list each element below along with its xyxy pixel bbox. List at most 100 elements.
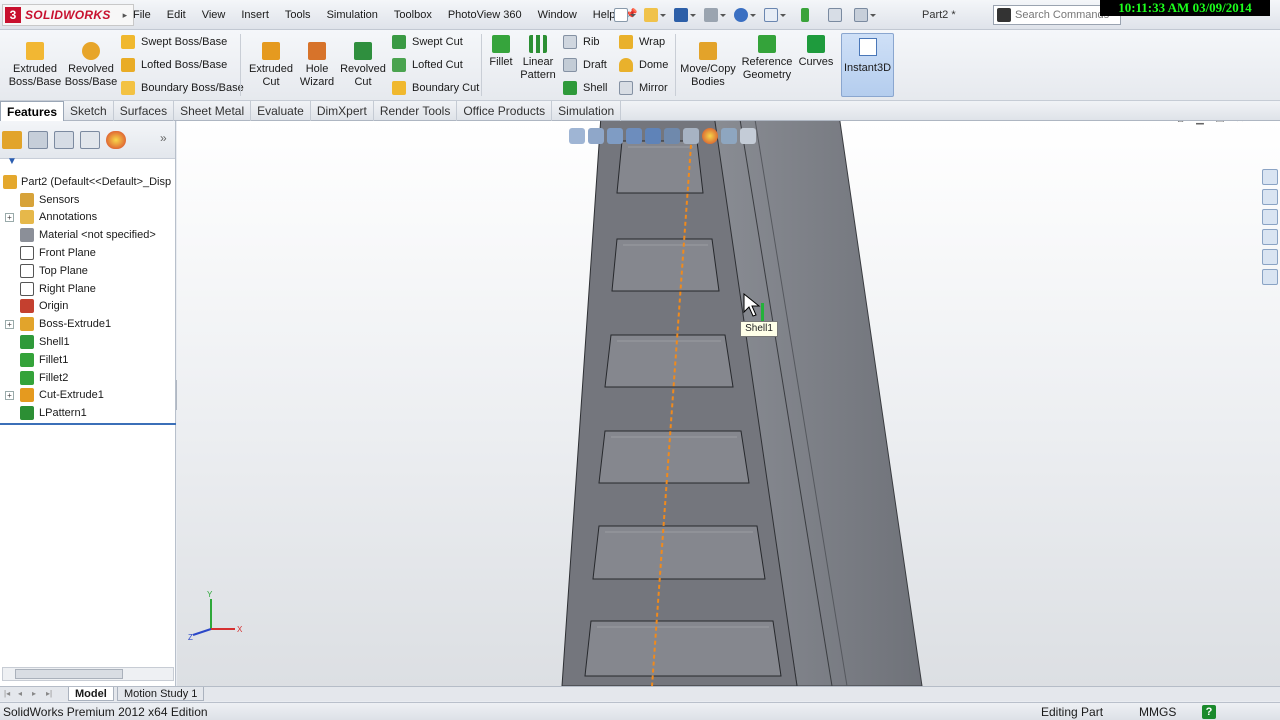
tree-item-sensors[interactable]: Sensors xyxy=(0,191,176,209)
expand-arrows-icon[interactable]: » xyxy=(160,131,167,145)
menu-file[interactable]: File xyxy=(125,9,159,21)
rollback-bar[interactable] xyxy=(0,423,176,425)
model-view[interactable]: Y X Z xyxy=(177,121,1280,686)
tree-item-origin[interactable]: Origin xyxy=(0,298,176,316)
tab-dimxpert[interactable]: DimXpert xyxy=(311,101,374,121)
tab-evaluate[interactable]: Evaluate xyxy=(251,101,311,121)
design-library-icon[interactable] xyxy=(1262,189,1278,205)
lofted-boss-button[interactable]: Lofted Boss/Base xyxy=(121,56,227,74)
restore-icon[interactable]: ❐ xyxy=(1213,121,1227,126)
edit-appearance-icon[interactable] xyxy=(702,128,718,144)
solidworks-resources-icon[interactable] xyxy=(1262,169,1278,185)
minimize-icon[interactable]: ▁ xyxy=(1193,121,1207,126)
display-manager-tab-icon[interactable] xyxy=(106,131,126,149)
tab-surfaces[interactable]: Surfaces xyxy=(114,101,175,121)
menu-window[interactable]: Window xyxy=(530,9,585,21)
linear-pattern-button[interactable]: Linear Pattern xyxy=(518,35,558,82)
open-button[interactable] xyxy=(642,5,668,25)
tree-item-annotations[interactable]: + Annotations xyxy=(0,209,176,227)
save-button[interactable] xyxy=(672,5,698,25)
swept-boss-button[interactable]: Swept Boss/Base xyxy=(121,33,227,51)
tree-item-lpattern1[interactable]: LPattern1 xyxy=(0,404,176,422)
unit-system-selector[interactable]: MMGS xyxy=(1139,703,1176,720)
swept-cut-button[interactable]: Swept Cut xyxy=(392,33,463,51)
tree-item-right-plane[interactable]: Right Plane xyxy=(0,280,176,298)
tree-item-front-plane[interactable]: Front Plane xyxy=(0,244,176,262)
pocket-cutout[interactable] xyxy=(598,430,750,484)
help-icon[interactable]: ? xyxy=(1202,705,1216,719)
rebuild-button[interactable] xyxy=(792,5,818,25)
tab-model[interactable]: Model xyxy=(68,687,114,701)
draft-button[interactable]: Draft xyxy=(563,56,607,74)
tile-icon[interactable]: ⧉ xyxy=(1173,121,1187,126)
file-explorer-icon[interactable] xyxy=(1262,209,1278,225)
first-tab-icon[interactable]: |◂ xyxy=(4,689,15,699)
section-view-icon[interactable] xyxy=(626,128,642,144)
tab-features[interactable]: Features xyxy=(0,101,65,121)
zoom-to-fit-icon[interactable] xyxy=(569,128,585,144)
expand-icon[interactable]: + xyxy=(5,319,14,329)
rib-button[interactable]: Rib xyxy=(563,33,600,51)
pocket-cutout[interactable] xyxy=(584,620,782,677)
revolved-cut-button[interactable]: Revolved Cut xyxy=(340,42,386,89)
view-palette-icon[interactable] xyxy=(1262,229,1278,245)
prev-tab-icon[interactable]: ◂ xyxy=(18,689,29,699)
curves-button[interactable]: Curves xyxy=(798,35,834,69)
menu-view[interactable]: View xyxy=(194,9,234,21)
view-settings-icon[interactable] xyxy=(740,128,756,144)
last-tab-icon[interactable]: ▸| xyxy=(46,689,57,699)
tree-item-cut-extrude1[interactable]: + Cut-Extrude1 xyxy=(0,387,176,405)
tab-render-tools[interactable]: Render Tools xyxy=(374,101,458,121)
file-properties-button[interactable] xyxy=(822,5,848,25)
tab-sketch[interactable]: Sketch xyxy=(64,101,114,121)
appearances-icon[interactable] xyxy=(1262,249,1278,265)
configuration-manager-tab-icon[interactable] xyxy=(54,131,74,149)
extruded-cut-button[interactable]: Extruded Cut xyxy=(246,42,296,89)
menu-toolbox[interactable]: Toolbox xyxy=(386,9,440,21)
filter-icon[interactable]: ▼ xyxy=(7,156,17,167)
previous-view-icon[interactable] xyxy=(607,128,623,144)
view-orientation-icon[interactable] xyxy=(645,128,661,144)
dimxpert-manager-tab-icon[interactable] xyxy=(80,131,100,149)
boundary-boss-button[interactable]: Boundary Boss/Base xyxy=(121,79,244,97)
expand-icon[interactable]: + xyxy=(5,212,14,222)
hole-wizard-button[interactable]: Hole Wizard xyxy=(296,42,338,89)
graphics-area[interactable]: Y X Z ⧉ ▁ ❐ ✕ Shell1 xyxy=(177,121,1280,686)
move-copy-bodies-button[interactable]: Move/Copy Bodies xyxy=(680,42,736,89)
custom-properties-icon[interactable] xyxy=(1262,269,1278,285)
print-button[interactable] xyxy=(702,5,728,25)
next-tab-icon[interactable]: ▸ xyxy=(32,689,43,699)
tree-item-boss-extrude1[interactable]: + Boss-Extrude1 xyxy=(0,315,176,333)
menu-edit[interactable]: Edit xyxy=(159,9,194,21)
options-button[interactable] xyxy=(852,5,878,25)
tree-item-fillet2[interactable]: Fillet2 xyxy=(0,369,176,387)
tree-item-top-plane[interactable]: Top Plane xyxy=(0,262,176,280)
menu-insert[interactable]: Insert xyxy=(233,9,277,21)
pocket-cutout[interactable] xyxy=(592,525,766,580)
tree-root-part[interactable]: Part2 (Default<<Default>_Disp xyxy=(0,173,176,191)
reference-geometry-button[interactable]: Reference Geometry xyxy=(740,35,794,82)
mirror-button[interactable]: Mirror xyxy=(619,79,668,97)
shell-button[interactable]: Shell xyxy=(563,79,607,97)
close-icon[interactable]: ✕ xyxy=(1233,121,1247,126)
dome-button[interactable]: Dome xyxy=(619,56,668,74)
tab-simulation[interactable]: Simulation xyxy=(552,101,622,121)
new-button[interactable] xyxy=(612,5,638,25)
tree-item-material-not-specified[interactable]: Material <not specified> xyxy=(0,226,176,244)
expand-icon[interactable]: + xyxy=(5,390,14,400)
instant3d-button[interactable]: Instant3D xyxy=(841,33,894,97)
tab-office-products[interactable]: Office Products xyxy=(457,101,553,121)
pocket-cutout[interactable] xyxy=(604,334,734,388)
apply-scene-icon[interactable] xyxy=(721,128,737,144)
undo-button[interactable] xyxy=(732,5,758,25)
fillet-button[interactable]: Fillet xyxy=(486,35,516,69)
pocket-cutout[interactable] xyxy=(611,238,720,292)
tree-item-shell1[interactable]: Shell1 xyxy=(0,333,176,351)
lofted-cut-button[interactable]: Lofted Cut xyxy=(392,56,463,74)
property-manager-tab-icon[interactable] xyxy=(28,131,48,149)
horizontal-scrollbar[interactable] xyxy=(2,667,174,681)
tab-sheet-metal[interactable]: Sheet Metal xyxy=(174,101,252,121)
menu-simulation[interactable]: Simulation xyxy=(319,9,386,21)
tab-motion-study[interactable]: Motion Study 1 xyxy=(117,687,205,701)
zoom-to-area-icon[interactable] xyxy=(588,128,604,144)
